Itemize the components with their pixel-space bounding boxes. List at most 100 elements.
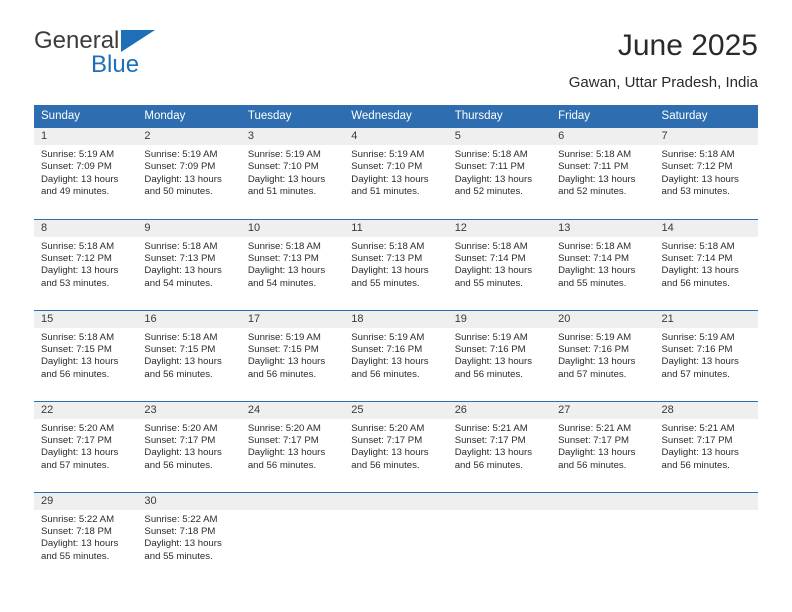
day-cell[interactable]: 9 Sunrise: 5:18 AM Sunset: 7:13 PM Dayli…: [137, 218, 241, 310]
day-cell[interactable]: 20 Sunrise: 5:19 AM Sunset: 7:16 PM Dayl…: [551, 309, 655, 401]
day-number: 24: [240, 401, 345, 419]
daylight-text-line1: Daylight: 13 hours: [454, 265, 533, 277]
day-cell[interactable]: 24 Sunrise: 5:20 AM Sunset: 7:17 PM Dayl…: [240, 400, 345, 492]
sunset-text: Sunset: 7:16 PM: [351, 343, 423, 355]
day-cell[interactable]: 10 Sunrise: 5:18 AM Sunset: 7:13 PM Dayl…: [240, 218, 345, 310]
sunset-text: Sunset: 7:14 PM: [454, 252, 526, 264]
daylight-text-line2: and 54 minutes.: [247, 277, 317, 289]
day-cell[interactable]: 21 Sunrise: 5:19 AM Sunset: 7:16 PM Dayl…: [654, 309, 758, 401]
day-details: Sunrise: 5:18 AM Sunset: 7:13 PM Dayligh…: [344, 237, 447, 291]
day-cell-empty: [447, 491, 552, 583]
day-cell[interactable]: 13 Sunrise: 5:18 AM Sunset: 7:14 PM Dayl…: [551, 218, 655, 310]
sunrise-text: Sunrise: 5:19 AM: [558, 331, 632, 343]
day-cell[interactable]: 28 Sunrise: 5:21 AM Sunset: 7:17 PM Dayl…: [654, 400, 758, 492]
day-cell[interactable]: 15 Sunrise: 5:18 AM Sunset: 7:15 PM Dayl…: [34, 309, 138, 401]
day-details: Sunrise: 5:19 AM Sunset: 7:16 PM Dayligh…: [448, 328, 551, 382]
day-details: Sunrise: 5:18 AM Sunset: 7:14 PM Dayligh…: [448, 237, 551, 291]
day-details: Sunrise: 5:19 AM Sunset: 7:16 PM Dayligh…: [655, 328, 758, 382]
sunrise-text: Sunrise: 5:18 AM: [558, 149, 632, 160]
day-cell[interactable]: 27 Sunrise: 5:21 AM Sunset: 7:17 PM Dayl…: [551, 400, 655, 492]
day-cell[interactable]: 29 Sunrise: 5:22 AM Sunset: 7:18 PM Dayl…: [34, 491, 138, 583]
day-number: 2: [137, 128, 241, 145]
brand-flag-icon: [121, 30, 155, 52]
day-details: Sunrise: 5:20 AM Sunset: 7:17 PM Dayligh…: [241, 419, 344, 473]
day-cell[interactable]: 2 Sunrise: 5:19 AM Sunset: 7:09 PM Dayli…: [137, 128, 241, 219]
sunset-text: Sunset: 7:12 PM: [41, 252, 112, 264]
day-cell[interactable]: 6 Sunrise: 5:18 AM Sunset: 7:11 PM Dayli…: [551, 128, 655, 219]
day-cell[interactable]: 8 Sunrise: 5:18 AM Sunset: 7:12 PM Dayli…: [34, 218, 138, 310]
sunset-text: Sunset: 7:17 PM: [351, 434, 423, 446]
day-cell[interactable]: 4 Sunrise: 5:19 AM Sunset: 7:10 PM Dayli…: [344, 128, 448, 219]
brand-name-blue: Blue: [91, 51, 140, 78]
day-cell[interactable]: 14 Sunrise: 5:18 AM Sunset: 7:14 PM Dayl…: [654, 218, 758, 310]
day-cell[interactable]: 1 Sunrise: 5:19 AM Sunset: 7:09 PM Dayli…: [34, 128, 138, 219]
day-details: Sunrise: 5:18 AM Sunset: 7:13 PM Dayligh…: [241, 237, 344, 291]
calendar-week-row: 29 Sunrise: 5:22 AM Sunset: 7:18 PM Dayl…: [34, 491, 758, 583]
day-number: 25: [344, 401, 448, 419]
sunrise-text: Sunrise: 5:22 AM: [41, 513, 115, 525]
day-number: 18: [344, 310, 448, 328]
day-cell[interactable]: 23 Sunrise: 5:20 AM Sunset: 7:17 PM Dayl…: [137, 400, 241, 492]
day-cell[interactable]: 18 Sunrise: 5:19 AM Sunset: 7:16 PM Dayl…: [344, 309, 448, 401]
sunrise-text: Sunrise: 5:18 AM: [144, 331, 218, 343]
daylight-text-line1: Daylight: 13 hours: [41, 173, 119, 185]
weekday-header-wednesday: Wednesday: [344, 105, 448, 128]
daylight-text-line1: Daylight: 13 hours: [661, 447, 739, 459]
day-number: 6: [551, 128, 655, 145]
day-cell[interactable]: 30 Sunrise: 5:22 AM Sunset: 7:18 PM Dayl…: [137, 491, 241, 583]
daylight-text-line2: and 51 minutes.: [247, 186, 317, 198]
daylight-text-line1: Daylight: 13 hours: [661, 356, 739, 368]
day-cell[interactable]: 5 Sunrise: 5:18 AM Sunset: 7:11 PM Dayli…: [447, 128, 552, 219]
sunset-text: Sunset: 7:10 PM: [247, 161, 319, 173]
sunrise-text: Sunrise: 5:19 AM: [41, 149, 115, 160]
day-cell[interactable]: 22 Sunrise: 5:20 AM Sunset: 7:17 PM Dayl…: [34, 400, 138, 492]
day-cell[interactable]: 12 Sunrise: 5:18 AM Sunset: 7:14 PM Dayl…: [447, 218, 552, 310]
day-number: 15: [34, 310, 138, 328]
sunset-text: Sunset: 7:16 PM: [454, 343, 526, 355]
day-cell[interactable]: 17 Sunrise: 5:19 AM Sunset: 7:15 PM Dayl…: [240, 309, 345, 401]
daylight-text-line1: Daylight: 13 hours: [351, 173, 429, 185]
daylight-text-line2: and 56 minutes.: [247, 459, 317, 471]
weekday-header-sunday: Sunday: [34, 105, 138, 128]
day-cell[interactable]: 25 Sunrise: 5:20 AM Sunset: 7:17 PM Dayl…: [344, 400, 448, 492]
sunrise-text: Sunrise: 5:21 AM: [454, 422, 528, 434]
sunrise-text: Sunrise: 5:19 AM: [247, 331, 321, 343]
day-details: Sunrise: 5:18 AM Sunset: 7:14 PM Dayligh…: [655, 237, 758, 291]
sunrise-text: Sunrise: 5:18 AM: [41, 240, 115, 252]
sunrise-text: Sunrise: 5:18 AM: [454, 240, 528, 252]
day-number: 21: [654, 310, 758, 328]
day-cell[interactable]: 3 Sunrise: 5:19 AM Sunset: 7:10 PM Dayli…: [240, 128, 345, 219]
weekday-header-thursday: Thursday: [447, 105, 552, 128]
day-cell[interactable]: 26 Sunrise: 5:21 AM Sunset: 7:17 PM Dayl…: [447, 400, 552, 492]
sunset-text: Sunset: 7:09 PM: [41, 161, 112, 173]
day-cell[interactable]: 16 Sunrise: 5:18 AM Sunset: 7:15 PM Dayl…: [137, 309, 241, 401]
day-details: Sunrise: 5:18 AM Sunset: 7:11 PM Dayligh…: [448, 145, 551, 199]
daylight-text-line2: and 55 minutes.: [351, 277, 420, 289]
day-number: 13: [551, 219, 655, 237]
sunset-text: Sunset: 7:14 PM: [661, 252, 733, 264]
sunset-text: Sunset: 7:15 PM: [41, 343, 112, 355]
sunset-text: Sunset: 7:18 PM: [144, 525, 216, 537]
day-details: Sunrise: 5:18 AM Sunset: 7:15 PM Dayligh…: [34, 328, 137, 382]
sunset-text: Sunset: 7:16 PM: [661, 343, 733, 355]
sunset-text: Sunset: 7:17 PM: [661, 434, 733, 446]
day-number: 11: [344, 219, 448, 237]
day-number: 20: [551, 310, 655, 328]
daylight-text-line2: and 56 minutes.: [144, 368, 213, 380]
day-details: Sunrise: 5:19 AM Sunset: 7:15 PM Dayligh…: [241, 328, 344, 382]
day-cell[interactable]: 11 Sunrise: 5:18 AM Sunset: 7:13 PM Dayl…: [344, 218, 448, 310]
sunrise-text: Sunrise: 5:22 AM: [144, 513, 218, 525]
sunrise-text: Sunrise: 5:18 AM: [454, 149, 528, 160]
daylight-text-line2: and 56 minutes.: [661, 277, 730, 289]
page-header: General Blue June 2025 Gawan, Uttar Prad…: [34, 28, 758, 100]
day-cell[interactable]: 7 Sunrise: 5:18 AM Sunset: 7:12 PM Dayli…: [654, 128, 758, 219]
sunrise-text: Sunrise: 5:21 AM: [661, 422, 735, 434]
day-cell[interactable]: 19 Sunrise: 5:19 AM Sunset: 7:16 PM Dayl…: [447, 309, 552, 401]
daylight-text-line1: Daylight: 13 hours: [454, 447, 533, 459]
calendar-week-row: 8 Sunrise: 5:18 AM Sunset: 7:12 PM Dayli…: [34, 218, 758, 310]
daylight-text-line1: Daylight: 13 hours: [351, 265, 429, 277]
daylight-text-line2: and 56 minutes.: [454, 459, 523, 471]
general-blue-logo[interactable]: General Blue: [34, 28, 264, 88]
sunset-text: Sunset: 7:17 PM: [144, 434, 216, 446]
day-cell-empty: [240, 491, 345, 583]
